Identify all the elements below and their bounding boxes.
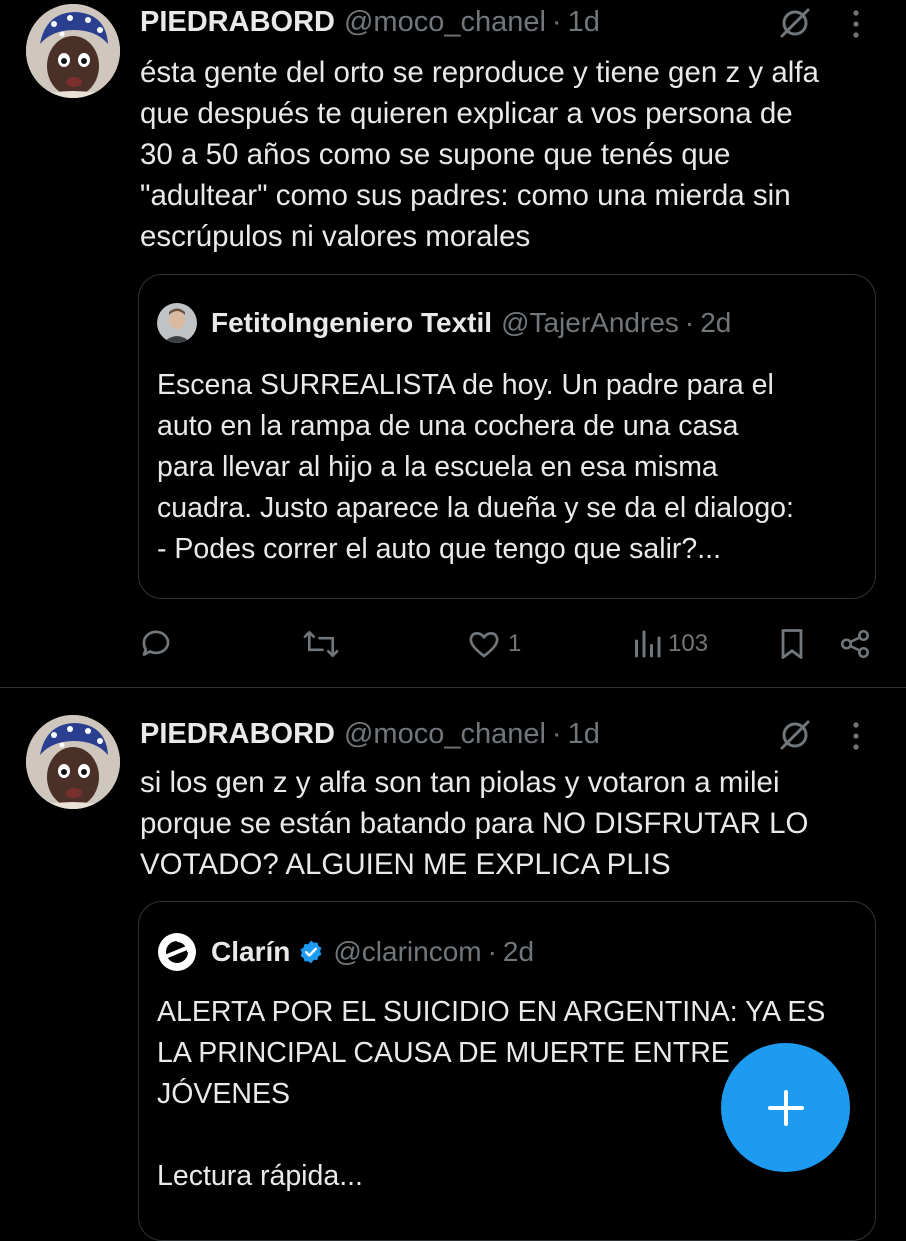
separator-dot: · xyxy=(684,307,695,338)
separator-dot: · xyxy=(551,717,562,750)
grok-icon[interactable] xyxy=(778,6,812,45)
tweet-actions: 1 103 xyxy=(0,622,906,666)
views-icon xyxy=(635,630,661,658)
heart-icon xyxy=(469,631,499,658)
author-name[interactable]: PIEDRABORD xyxy=(140,6,335,39)
like-count: 1 xyxy=(508,630,522,657)
reply-button[interactable] xyxy=(138,622,174,666)
quoted-tweet-text: Escena SURREALISTA de hoy. Un padre para… xyxy=(157,369,794,565)
quoted-author-name: Clarín xyxy=(211,936,291,967)
tweet-timestamp[interactable]: 1d xyxy=(568,6,600,39)
author-avatar[interactable] xyxy=(26,4,120,98)
tweet-1[interactable]: PIEDRABORD @moco_chanel · 1d ésta gente … xyxy=(0,0,906,688)
quoted-tweet-header: FetitoIngeniero Textil @TajerAndres · 2d xyxy=(157,303,731,343)
grok-icon[interactable] xyxy=(778,718,812,757)
retweet-icon xyxy=(303,630,339,658)
compose-button[interactable] xyxy=(721,1043,850,1172)
separator-dot: · xyxy=(487,936,497,967)
quoted-author-handle: @TajerAndres xyxy=(501,307,679,338)
tweet-text: si los gen z y alfa son tan piolas y vot… xyxy=(140,766,809,881)
clarin-logo-icon xyxy=(157,932,197,972)
author-handle[interactable]: @moco_chanel xyxy=(344,6,546,39)
share-icon xyxy=(840,629,870,659)
verified-badge-icon xyxy=(298,939,324,965)
author-name[interactable]: PIEDRABORD xyxy=(140,718,335,751)
quoted-timestamp: 2d xyxy=(502,936,535,967)
retweet-button[interactable] xyxy=(302,622,340,666)
plus-icon xyxy=(767,1089,804,1126)
tweet-header: PIEDRABORD @moco_chanel · 1d xyxy=(140,714,600,754)
author-avatar[interactable] xyxy=(26,715,120,809)
quoted-author-name: FetitoIngeniero Textil xyxy=(211,307,493,338)
quoted-author-handle: @clarincom xyxy=(333,936,482,967)
tweet-text: ésta gente del orto se reproduce y tiene… xyxy=(140,56,819,253)
bookmark-button[interactable] xyxy=(776,622,808,666)
author-handle[interactable]: @moco_chanel xyxy=(344,718,546,751)
reply-icon xyxy=(142,630,170,656)
quoted-timestamp: 2d xyxy=(700,307,732,338)
separator-dot: · xyxy=(551,5,562,38)
views-button[interactable]: 103 xyxy=(632,622,708,666)
like-button[interactable]: 1 xyxy=(466,622,521,666)
quoted-tweet-header: Clarín @clarincom · 2d xyxy=(157,932,534,972)
more-vertical-icon[interactable] xyxy=(848,8,864,45)
bookmark-icon xyxy=(781,629,803,659)
tweet-header: PIEDRABORD @moco_chanel · 1d xyxy=(140,2,600,42)
more-vertical-icon[interactable] xyxy=(848,720,864,757)
tweet-timestamp[interactable]: 1d xyxy=(568,718,600,751)
share-button[interactable] xyxy=(838,622,872,666)
view-count: 103 xyxy=(668,630,709,657)
quoted-author-avatar xyxy=(157,303,197,343)
quoted-tweet[interactable]: FetitoIngeniero Textil @TajerAndres · 2d… xyxy=(138,274,876,599)
